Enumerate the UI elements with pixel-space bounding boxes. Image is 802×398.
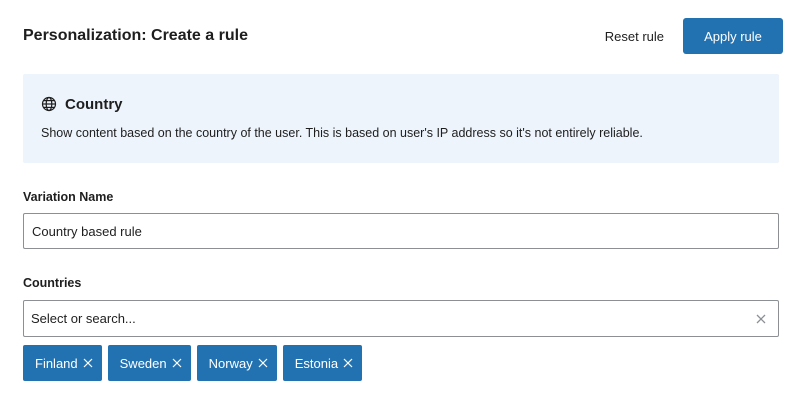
country-tag-label: Estonia <box>294 355 339 371</box>
reset-rule-button[interactable]: Reset rule <box>587 18 682 54</box>
rule-type-description: Show content based on the country of the… <box>41 126 643 140</box>
country-tag-estonia[interactable]: Estonia <box>282 345 363 381</box>
variation-name-input[interactable] <box>23 213 779 249</box>
rule-editor: Personalization: Create a rule Reset rul… <box>0 0 802 398</box>
rule-info-heading: Country <box>41 94 761 114</box>
country-tag-label: Finland <box>35 355 78 371</box>
country-tag-label: Sweden <box>119 355 167 371</box>
apply-rule-button[interactable]: Apply rule <box>683 18 783 54</box>
country-tag-sweden[interactable]: Sweden <box>107 345 191 381</box>
header: Personalization: Create a rule Reset rul… <box>23 18 783 54</box>
countries-search-input[interactable] <box>31 311 752 326</box>
globe-icon <box>41 96 57 112</box>
remove-icon[interactable] <box>172 358 182 368</box>
remove-icon[interactable] <box>83 358 93 368</box>
countries-select[interactable] <box>23 300 779 337</box>
country-tag-label: Norway <box>208 355 253 371</box>
variation-name-label: Variation Name <box>23 190 114 204</box>
countries-label: Countries <box>23 276 82 290</box>
page-title: Personalization: Create a rule <box>23 27 248 44</box>
rule-type-title: Country <box>65 95 123 113</box>
remove-icon[interactable] <box>343 358 353 368</box>
country-tag-norway[interactable]: Norway <box>196 345 277 381</box>
remove-icon[interactable] <box>258 358 268 368</box>
country-tag-finland[interactable]: Finland <box>23 345 102 381</box>
rule-info-panel: Country Show content based on the countr… <box>23 74 779 163</box>
clear-icon[interactable] <box>752 310 770 328</box>
selected-countries: Finland Sweden Norway Estonia <box>23 345 363 381</box>
